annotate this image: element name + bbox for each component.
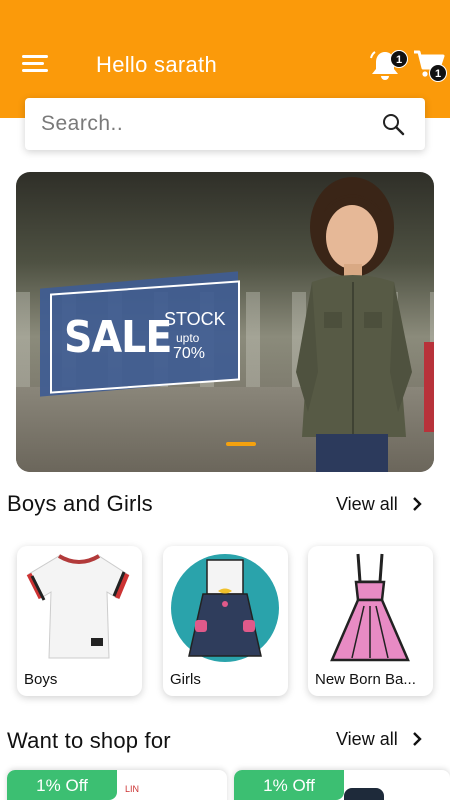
shop-view-all-link[interactable]: View all [336,729,398,750]
cart-badge: 1 [429,64,447,82]
banner-child-image [296,177,434,472]
sale-upto-text: upto [176,331,200,345]
notification-badge: 1 [390,50,408,68]
category-label: New Born Ba... [315,671,416,688]
search-icon[interactable] [381,112,405,136]
chevron-right-icon[interactable] [410,496,424,512]
search-input[interactable] [41,108,361,140]
chevron-right-icon[interactable] [410,731,424,747]
sale-text: SALE [64,312,172,363]
cart-button[interactable]: 1 [412,48,447,82]
shop-section-title: Want to shop for [7,728,171,753]
notifications-button[interactable]: 1 [368,48,408,82]
search-bar [25,98,425,150]
shop-card[interactable]: 1% Off [234,770,450,800]
category-card-new-born-baby[interactable]: New Born Ba... [308,546,433,696]
discount-badge: 1% Off [234,770,344,800]
sale-stock-text: STOCK [164,309,226,329]
product-image [344,788,384,800]
product-label-fragment: LIN [125,784,140,794]
boys-tshirt-image [26,554,130,659]
promo-banner[interactable]: SALE STOCK upto 70% [16,172,434,472]
sale-percent-text: 70% [173,345,206,362]
pink-dress-image [330,553,410,662]
girls-dress-image [171,554,279,662]
category-card-boys[interactable]: Boys [17,546,142,696]
carousel-indicator[interactable] [226,440,256,448]
categories-section-title: Boys and Girls [7,491,153,516]
carousel-dot-active[interactable] [226,442,256,446]
categories-view-all-link[interactable]: View all [336,494,398,515]
category-card-girls[interactable]: Girls [163,546,288,696]
category-label: Girls [170,671,201,688]
category-label: Boys [24,671,58,688]
menu-icon[interactable] [22,53,48,75]
shop-card[interactable]: 1% Off LIN [7,770,227,800]
discount-badge: 1% Off [7,770,117,800]
greeting-title: Hello sarath [96,52,217,77]
